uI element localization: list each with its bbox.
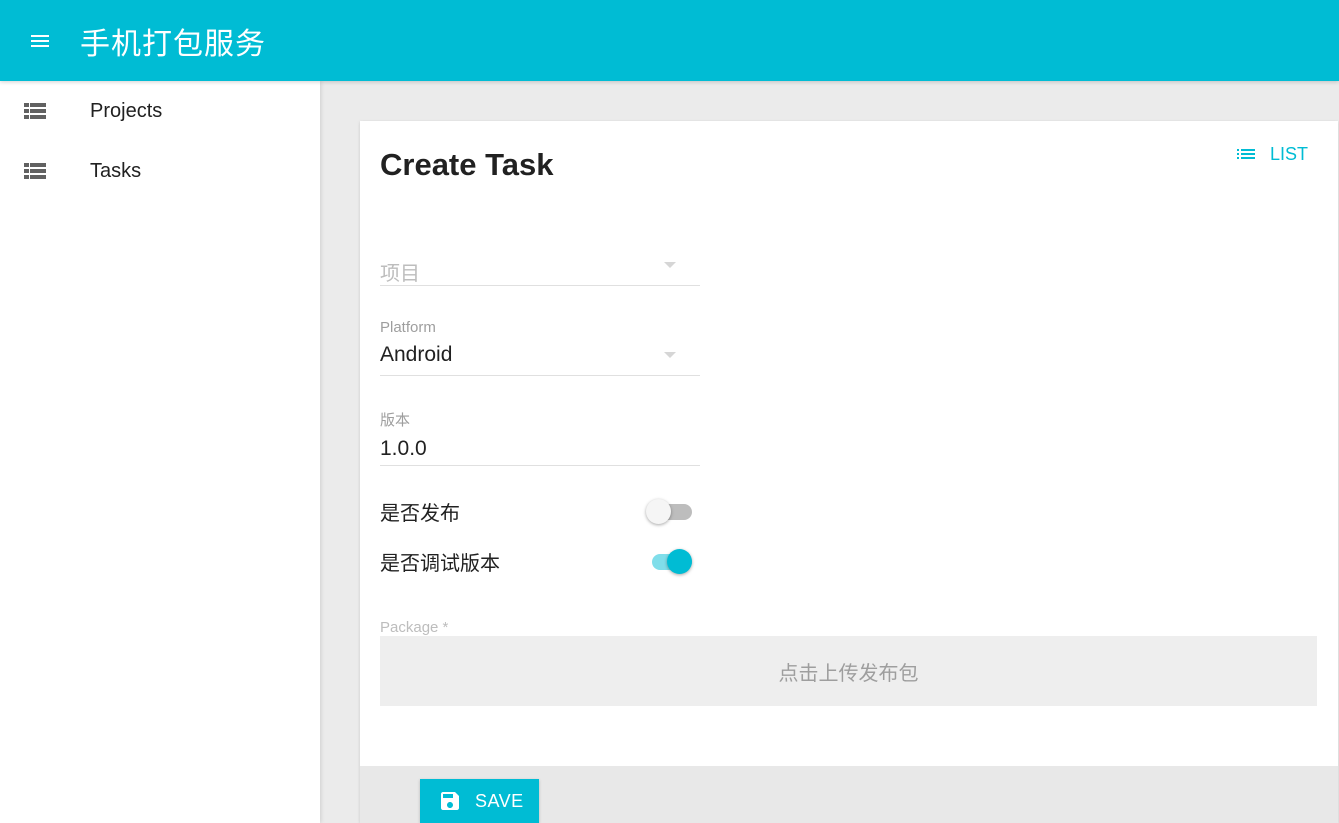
publish-toggle[interactable] [646, 497, 692, 525]
list-button-label: LIST [1269, 143, 1308, 164]
menu-button[interactable] [0, 0, 80, 81]
sidebar: Projects Tasks [0, 81, 320, 823]
project-placeholder: 项目 [380, 263, 420, 285]
debug-toggle-label: 是否调试版本 [380, 550, 500, 575]
debug-toggle-row[interactable]: 是否调试版本 [380, 541, 692, 581]
publish-toggle-label: 是否发布 [380, 500, 460, 525]
view-list-icon [0, 101, 90, 121]
version-value: 1.0.0 [380, 437, 427, 460]
debug-toggle[interactable] [646, 547, 692, 575]
version-label: 版本 [380, 412, 411, 429]
form-toolbar: SAVE [360, 766, 1338, 823]
sidebar-item-projects[interactable]: Projects [0, 81, 320, 141]
page-title: Create Task [380, 147, 554, 182]
toggle-thumb [667, 549, 692, 574]
sidebar-item-tasks[interactable]: Tasks [0, 141, 320, 201]
platform-value: Android [380, 343, 453, 366]
save-icon [441, 792, 459, 810]
save-button[interactable]: SAVE [420, 779, 539, 823]
app-bar: 手机打包服务 [0, 0, 1339, 81]
publish-toggle-row[interactable]: 是否发布 [380, 491, 692, 531]
sidebar-item-label: Projects [90, 99, 163, 122]
package-label: Package * [380, 619, 449, 636]
menu-icon [31, 34, 49, 47]
package-dropzone[interactable]: 点击上传发布包 [380, 636, 1317, 706]
project-select[interactable]: 项目 [380, 241, 700, 286]
chevron-down-icon [664, 262, 676, 268]
platform-select[interactable]: Platform Android [380, 319, 700, 376]
save-button-label: SAVE [475, 790, 524, 811]
version-input[interactable]: 版本 1.0.0 [380, 409, 700, 466]
chevron-down-icon [664, 352, 676, 358]
list-icon [1236, 149, 1255, 159]
platform-label: Platform [380, 319, 436, 336]
create-task-card: Create Task LIST 项目 Platform Android 版本 … [360, 121, 1338, 823]
toggle-thumb [646, 499, 671, 524]
view-list-icon [0, 161, 90, 181]
dropzone-text: 点击上传发布包 [778, 660, 919, 685]
app-title: 手机打包服务 [80, 26, 266, 62]
list-button[interactable]: LIST [1234, 141, 1308, 167]
sidebar-item-label: Tasks [90, 159, 142, 182]
